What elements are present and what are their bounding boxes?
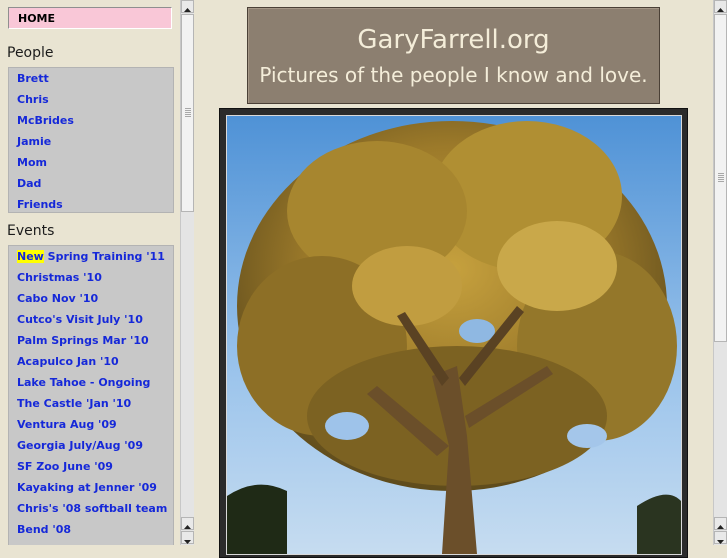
scroll-up-button[interactable] <box>181 0 194 13</box>
tree-photo <box>226 115 682 555</box>
nav-link-chris[interactable]: Chris <box>9 92 173 113</box>
nav-link-jamie[interactable]: Jamie <box>9 134 173 155</box>
nav-link-kayaking[interactable]: Kayaking at Jenner '09 <box>9 480 173 501</box>
home-button[interactable]: HOME <box>8 7 172 29</box>
page-scroll-up-button-lower[interactable] <box>714 517 727 530</box>
nav-link-the-castle[interactable]: The Castle 'Jan '10 <box>9 396 173 417</box>
nav-link-cabo[interactable]: Cabo Nov '10 <box>9 291 173 312</box>
events-heading: Events <box>7 223 55 239</box>
page-scrollbar[interactable] <box>713 0 727 545</box>
events-menu: New Spring Training '11 Christmas '10 Ca… <box>8 245 174 545</box>
triangle-down-icon <box>184 540 191 544</box>
page-scroll-up-button[interactable] <box>714 0 727 13</box>
nav-link-sf-zoo[interactable]: SF Zoo June '09 <box>9 459 173 480</box>
photo-frame <box>219 108 688 558</box>
nav-link-cutco[interactable]: Cutco's Visit July '10 <box>9 312 173 333</box>
nav-link-label: Spring Training '11 <box>43 250 165 263</box>
triangle-down-icon <box>717 540 724 544</box>
nav-link-spring-training[interactable]: New Spring Training '11 <box>9 249 173 270</box>
nav-link-dad[interactable]: Dad <box>9 176 173 197</box>
nav-link-christmas-10[interactable]: Christmas '10 <box>9 270 173 291</box>
people-menu: Brett Chris McBrides Jamie Mom Dad Frien… <box>8 67 174 213</box>
page-scroll-down-button[interactable] <box>714 531 727 544</box>
nav-link-ventura[interactable]: Ventura Aug '09 <box>9 417 173 438</box>
scroll-thumb[interactable] <box>181 14 194 212</box>
nav-link-friends[interactable]: Friends <box>9 197 173 218</box>
site-subtitle: Pictures of the people I know and love. <box>259 63 648 87</box>
tree-image <box>227 116 681 554</box>
grip-icon <box>185 108 191 118</box>
site-title: GaryFarrell.org <box>357 25 550 55</box>
nav-link-bend[interactable]: Bend '08 <box>9 522 173 543</box>
nav-link-mcbrides[interactable]: McBrides <box>9 113 173 134</box>
nav-link-acapulco[interactable]: Acapulco Jan '10 <box>9 354 173 375</box>
left-nav-frame: HOME People Brett Chris McBrides Jamie M… <box>0 0 180 545</box>
new-badge: New <box>17 250 44 263</box>
left-frame-scrollbar[interactable] <box>180 0 194 545</box>
nav-link-brett[interactable]: Brett <box>9 71 173 92</box>
grip-icon <box>718 173 724 183</box>
scroll-up-button-lower[interactable] <box>181 517 194 530</box>
nav-link-mom[interactable]: Mom <box>9 155 173 176</box>
nav-link-softball[interactable]: Chris's '08 softball team <box>9 501 173 522</box>
page-scroll-thumb[interactable] <box>714 14 727 342</box>
people-heading: People <box>7 45 54 61</box>
nav-link-palm-springs[interactable]: Palm Springs Mar '10 <box>9 333 173 354</box>
nav-link-georgia[interactable]: Georgia July/Aug '09 <box>9 438 173 459</box>
scroll-down-button[interactable] <box>181 531 194 544</box>
site-banner: GaryFarrell.org Pictures of the people I… <box>247 7 660 104</box>
nav-link-lake-tahoe[interactable]: Lake Tahoe - Ongoing <box>9 375 173 396</box>
